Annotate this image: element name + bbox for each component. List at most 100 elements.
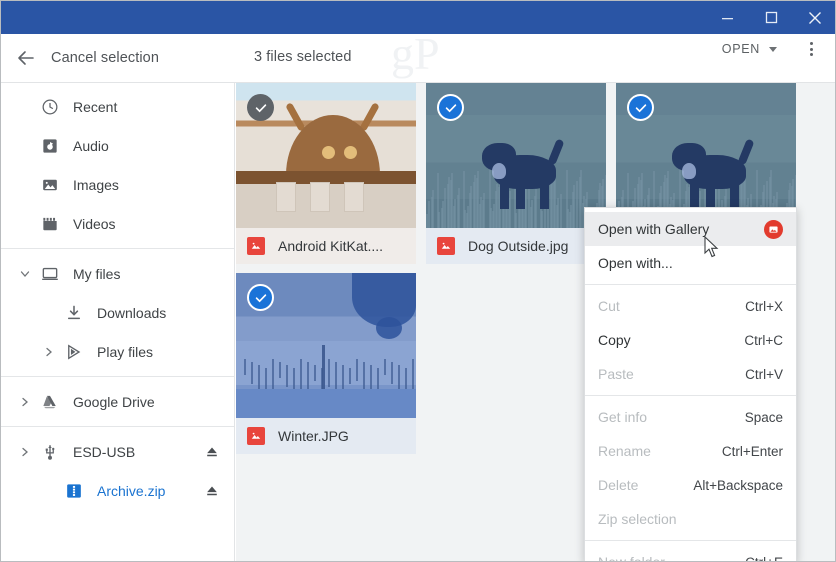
sidebar-divider: [1, 376, 234, 377]
archive-icon: [61, 482, 87, 500]
download-icon: [61, 304, 87, 322]
menu-item-get-info: Get info Space: [585, 400, 796, 434]
close-button[interactable]: [793, 1, 835, 34]
file-caption: Dog Outside.jpg: [426, 228, 606, 264]
clock-icon: [37, 98, 63, 116]
computer-icon: [37, 265, 63, 283]
file-image-icon: [247, 237, 265, 255]
menu-item-paste: Paste Ctrl+V: [585, 357, 796, 391]
sidebar-item-label: ESD-USB: [73, 443, 136, 460]
sidebar-item-google-drive[interactable]: Google Drive: [1, 382, 234, 421]
menu-item-rename: Rename Ctrl+Enter: [585, 434, 796, 468]
more-options-button[interactable]: [797, 35, 825, 63]
kebab-dot: [809, 47, 813, 51]
image-icon: [37, 176, 63, 194]
sidebar-item-label: Archive.zip: [97, 482, 166, 499]
file-image-icon: [437, 237, 455, 255]
menu-item-shortcut: Ctrl+C: [744, 332, 783, 348]
file-caption: Winter.JPG: [236, 418, 416, 454]
menu-item-copy[interactable]: Copy Ctrl+C: [585, 323, 796, 357]
sidebar-item-recent[interactable]: Recent: [1, 87, 234, 126]
sidebar-item-downloads[interactable]: Downloads: [1, 293, 234, 332]
sidebar-divider: [1, 426, 234, 427]
menu-item-label: Copy: [598, 332, 631, 348]
menu-item-label: Rename: [598, 443, 651, 459]
file-tile[interactable]: Winter.JPG: [236, 273, 416, 454]
selection-checkbox[interactable]: [247, 284, 274, 311]
menu-item-cut: Cut Ctrl+X: [585, 289, 796, 323]
menu-item-shortcut: Alt+Backspace: [693, 477, 783, 493]
menu-item-label: New folder: [598, 554, 665, 562]
chevron-down-icon[interactable]: [13, 268, 37, 280]
menu-item-shortcut: Ctrl+Enter: [721, 443, 783, 459]
menu-item-label: Cut: [598, 298, 620, 314]
menu-item-label: Zip selection: [598, 511, 677, 527]
play-store-icon: [61, 343, 87, 361]
minimize-button[interactable]: [705, 1, 749, 34]
menu-divider: [585, 395, 796, 396]
sidebar-item-archive-zip[interactable]: Archive.zip: [1, 471, 234, 510]
sidebar-item-label: Images: [73, 176, 119, 193]
usb-icon: [37, 443, 63, 461]
file-name-label: Dog Outside.jpg: [468, 238, 569, 254]
menu-item-delete: Delete Alt+Backspace: [585, 468, 796, 502]
eject-icon[interactable]: [204, 483, 220, 499]
file-thumbnail[interactable]: [236, 83, 416, 228]
selection-checkbox[interactable]: [437, 94, 464, 121]
menu-item-open-with[interactable]: Open with...: [585, 246, 796, 280]
file-tile[interactable]: Dog Outside.jpg: [426, 83, 606, 264]
sidebar-item-label: Downloads: [97, 304, 167, 321]
maximize-button[interactable]: [749, 1, 793, 34]
menu-item-shortcut: Ctrl+X: [745, 298, 783, 314]
cancel-selection-label: Cancel selection: [51, 50, 159, 66]
menu-item-shortcut: Space: [744, 409, 783, 425]
sidebar-divider: [1, 248, 234, 249]
open-button[interactable]: OPEN: [722, 42, 777, 56]
chevron-right-icon[interactable]: [37, 346, 61, 358]
file-image-icon: [247, 427, 265, 445]
cancel-selection-button[interactable]: Cancel selection: [15, 47, 159, 69]
menu-item-label: Delete: [598, 477, 639, 493]
file-name-label: Android KitKat....: [278, 238, 384, 254]
menu-divider: [585, 284, 796, 285]
menu-item-label: Open with Gallery: [598, 221, 710, 237]
sidebar-item-label: Videos: [73, 215, 116, 232]
gallery-app-icon: [764, 219, 783, 239]
file-thumbnail[interactable]: [236, 273, 416, 418]
chevron-right-icon[interactable]: [13, 446, 37, 458]
kebab-dot: [809, 53, 813, 57]
eject-icon[interactable]: [204, 444, 220, 460]
selection-count-label: 3 files selected: [254, 49, 352, 65]
sidebar-item-my-files[interactable]: My files: [1, 254, 234, 293]
sidebar-item-audio[interactable]: Audio: [1, 126, 234, 165]
file-name-label: Winter.JPG: [278, 428, 349, 444]
sidebar-item-images[interactable]: Images: [1, 165, 234, 204]
mouse-cursor: [704, 235, 720, 264]
menu-item-new-folder: New folder Ctrl+E: [585, 545, 796, 562]
arrow-left-icon: [15, 47, 37, 69]
menu-item-shortcut: Ctrl+V: [745, 366, 783, 382]
menu-item-zip-selection: Zip selection: [585, 502, 796, 536]
sidebar-item-play-files[interactable]: Play files: [1, 332, 234, 371]
sidebar-item-label: Recent: [73, 98, 118, 115]
google-drive-icon: [37, 393, 63, 411]
watermark-logo: gP: [391, 28, 440, 79]
files-app-window: Cancel selection 3 files selected gP OPE…: [0, 0, 836, 562]
sidebar-item-videos[interactable]: Videos: [1, 204, 234, 243]
chevron-down-icon: [769, 46, 777, 52]
sidebar-item-label: Google Drive: [73, 393, 155, 410]
file-caption: Android KitKat....: [236, 228, 416, 264]
context-menu[interactable]: Open with Gallery Open with... Cut Ctrl+X Co…: [584, 207, 797, 562]
selection-checkbox[interactable]: [247, 94, 274, 121]
audio-icon: [37, 137, 63, 155]
sidebar-item-label: Play files: [97, 343, 154, 360]
menu-item-open-with-gallery[interactable]: Open with Gallery: [585, 212, 796, 246]
file-tile[interactable]: Android KitKat....: [236, 83, 416, 264]
sidebar-item-label: My files: [73, 265, 121, 282]
sidebar-item-esd-usb[interactable]: ESD-USB: [1, 432, 234, 471]
selection-checkbox[interactable]: [627, 94, 654, 121]
sidebar-item-label: Audio: [73, 137, 109, 154]
chevron-right-icon[interactable]: [13, 396, 37, 408]
menu-item-label: Get info: [598, 409, 648, 425]
file-thumbnail[interactable]: [426, 83, 606, 228]
